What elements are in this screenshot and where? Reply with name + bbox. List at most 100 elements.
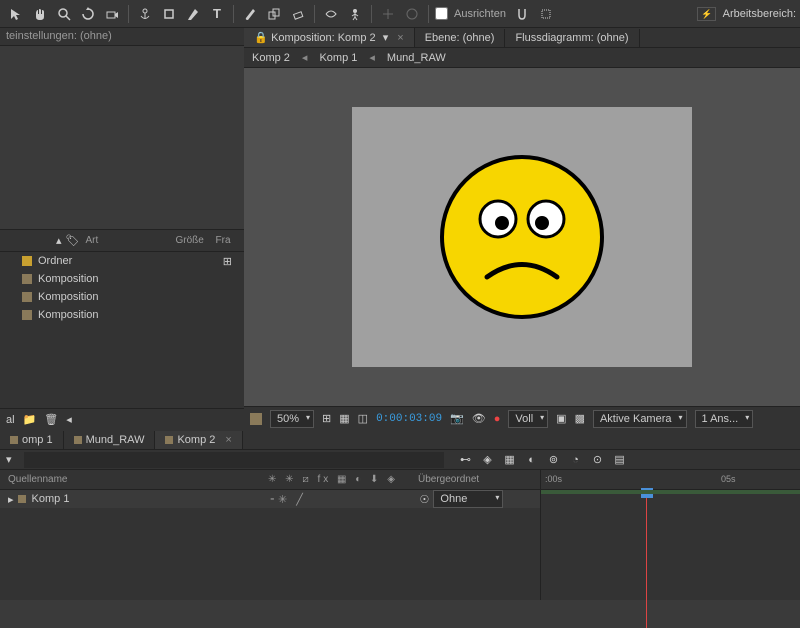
folder-new-icon[interactable]: 📁 — [23, 413, 37, 426]
timeline-icon-bar: ⊷ ◈ ▦ ◐ ⊚ ◔ ⊙ ▤ — [450, 452, 636, 468]
graph-icon[interactable]: ◔ — [568, 452, 584, 468]
channel-icon[interactable]: ● — [494, 413, 501, 425]
col-size[interactable]: Größe — [176, 235, 216, 246]
divider — [314, 5, 315, 23]
clone-tool-icon[interactable] — [263, 3, 285, 25]
trash-icon[interactable]: 🗑 — [44, 413, 58, 426]
tab-label: Flussdiagramm: (ohne) — [515, 32, 628, 44]
timeline-tab[interactable]: Komp 2× — [155, 431, 242, 449]
breadcrumb-item[interactable]: Mund_RAW — [387, 52, 446, 64]
motion-blur-icon[interactable]: ◐ — [524, 452, 540, 468]
roto-tool-icon[interactable] — [320, 3, 342, 25]
timeline-header: Quellenname ✳ ✳ ⧄ fx ▦ ◐ ⬇ ◈ Übergeordne… — [0, 470, 540, 490]
brush-tool-icon[interactable] — [239, 3, 261, 25]
layer-row[interactable]: ▸ Komp 1 ⁃✳ ╱ ☉ Ohne — [0, 490, 540, 508]
layer-switches[interactable]: ⁃✳ ╱ — [270, 493, 420, 506]
timeline-tab[interactable]: Mund_RAW — [64, 431, 156, 449]
frame-blend-icon[interactable]: ▦ — [502, 452, 518, 468]
safe-icon[interactable]: ▦ — [339, 412, 349, 425]
camera-dropdown[interactable]: Aktive Kamera — [593, 410, 687, 428]
snap-expand-icon[interactable] — [535, 3, 557, 25]
col-art[interactable]: Art — [86, 235, 176, 246]
workspace-text[interactable]: Arbeitsbereich: — [723, 8, 796, 20]
world-axis-icon[interactable] — [401, 3, 423, 25]
tab-label: Mund_RAW — [86, 434, 145, 446]
draft3d-icon[interactable]: ◈ — [480, 452, 496, 468]
lock-icon[interactable]: 🔒 — [254, 31, 268, 44]
tab-flowchart[interactable]: Flussdiagramm: (ohne) — [505, 29, 639, 47]
left-panel: teinstellungen: (ohne) ▴ 🏷 Art Größe Fra… — [0, 28, 244, 430]
project-item[interactable]: Komposition — [0, 288, 244, 306]
pen-tool-icon[interactable] — [182, 3, 204, 25]
viewport[interactable] — [244, 68, 800, 406]
camera-tool-icon[interactable] — [101, 3, 123, 25]
scroll-left-icon[interactable]: ◂ — [66, 413, 72, 426]
twirl-icon[interactable]: ▸ — [8, 493, 14, 506]
dropdown-icon[interactable]: ▾ — [0, 453, 18, 466]
time-ruler[interactable]: :00s 05s — [541, 470, 800, 490]
rotate-tool-icon[interactable] — [77, 3, 99, 25]
anchor-tool-icon[interactable] — [134, 3, 156, 25]
comp-tabs: 🔒 Komposition: Komp 2 ▾ × Ebene: (ohne) … — [244, 28, 800, 48]
tab-layer[interactable]: Ebene: (ohne) — [415, 29, 506, 47]
views-value: 1 Ans... — [702, 413, 739, 425]
res-icon[interactable]: ⊞ — [322, 412, 331, 425]
timeline-search[interactable] — [24, 452, 444, 468]
project-item[interactable]: Komposition — [0, 270, 244, 288]
text-tool-icon[interactable]: T — [206, 3, 228, 25]
timeline-tab[interactable]: omp 1 — [0, 431, 64, 449]
axis-icon[interactable] — [377, 3, 399, 25]
parent-dropdown[interactable]: Ohne — [433, 490, 503, 508]
region-icon[interactable]: ▣ — [556, 412, 566, 425]
project-item[interactable]: Ordner⊞ — [0, 252, 244, 270]
dropdown-icon[interactable]: ▾ — [383, 32, 389, 44]
flowchart-icon[interactable]: ⊞ — [223, 255, 232, 268]
tab-swatch-icon — [10, 436, 18, 444]
zoom-dropdown[interactable]: 50% — [270, 410, 314, 428]
snap-badge-icon[interactable]: ⚡ — [697, 7, 716, 21]
col-parent[interactable]: Übergeordnet — [418, 474, 479, 485]
twirl-icon[interactable]: ▴ — [56, 234, 62, 247]
close-icon[interactable]: × — [397, 32, 403, 44]
views-dropdown[interactable]: 1 Ans... — [695, 410, 754, 428]
snap-icon[interactable] — [511, 3, 533, 25]
canvas[interactable] — [352, 107, 692, 367]
tag-icon[interactable]: 🏷 — [66, 234, 80, 247]
transparency-icon[interactable]: ▩ — [575, 412, 585, 425]
switches-icons: ✳ ✳ ⧄ fx ▦ ◐ ⬇ ◈ — [268, 474, 418, 485]
show-snapshot-icon[interactable]: 👁 — [472, 412, 486, 425]
hand-tool-icon[interactable] — [29, 3, 51, 25]
composition-panel: 🔒 Komposition: Komp 2 ▾ × Ebene: (ohne) … — [244, 28, 800, 430]
tab-composition[interactable]: 🔒 Komposition: Komp 2 ▾ × — [244, 28, 415, 47]
zoom-tool-icon[interactable] — [53, 3, 75, 25]
col-fr[interactable]: Fra — [216, 235, 231, 246]
work-area-bar[interactable] — [541, 490, 800, 494]
ruler-tick: 05s — [721, 474, 736, 484]
align-checkbox[interactable] — [435, 7, 448, 20]
timecode[interactable]: 0:00:03:09 — [376, 413, 442, 425]
rect-tool-icon[interactable] — [158, 3, 180, 25]
breadcrumb-item[interactable]: Komp 1 — [319, 52, 357, 64]
quality-dropdown[interactable]: Voll — [508, 410, 548, 428]
eraser-tool-icon[interactable] — [287, 3, 309, 25]
col-source[interactable]: Quellenname — [8, 474, 268, 485]
parent-pickwhip-icon[interactable]: ☉ — [420, 493, 430, 506]
folder-icon — [22, 256, 32, 266]
breadcrumb-item[interactable]: Komp 2 — [252, 52, 290, 64]
timeline-track-area[interactable]: :00s 05s — [540, 470, 800, 600]
shy-icon[interactable]: ⊷ — [458, 452, 474, 468]
chevron-left-icon: ◂ — [369, 51, 375, 64]
puppet-tool-icon[interactable] — [344, 3, 366, 25]
quality-value: Voll — [515, 413, 533, 425]
comp-flowchart-icon[interactable]: ▤ — [612, 452, 628, 468]
project-item[interactable]: Komposition — [0, 306, 244, 324]
selection-tool-icon[interactable] — [5, 3, 27, 25]
timeline-body: Quellenname ✳ ✳ ⧄ fx ▦ ◐ ⬇ ◈ Übergeordne… — [0, 470, 800, 600]
brainstorm-icon[interactable]: ⊚ — [546, 452, 562, 468]
comp-swatch-icon[interactable] — [250, 413, 262, 425]
close-icon[interactable]: × — [225, 434, 231, 446]
autokey-icon[interactable]: ⊙ — [590, 452, 606, 468]
mask-icon[interactable]: ◫ — [358, 412, 368, 425]
snapshot-icon[interactable]: 📷 — [450, 412, 464, 425]
bpc-label[interactable]: al — [6, 414, 15, 426]
